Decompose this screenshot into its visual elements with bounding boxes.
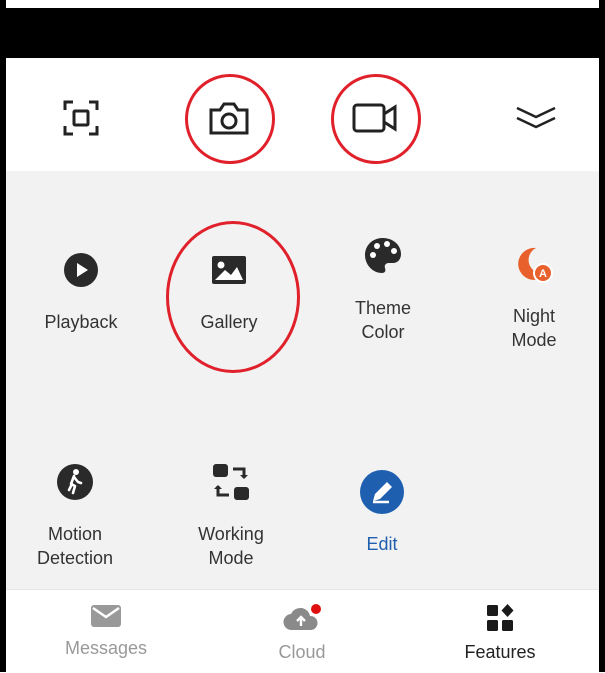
theme-color-label: Theme Color [354, 298, 412, 342]
play-icon [64, 253, 98, 287]
night-mode-feature[interactable]: A Night Mode [474, 234, 594, 352]
notification-badge [311, 604, 321, 614]
motion-detection-label: Motion Detection [36, 524, 114, 568]
palette-icon [365, 238, 401, 273]
camera-icon [209, 102, 249, 135]
edit-label: Edit [366, 534, 398, 554]
night-mode-label: Night Mode [511, 306, 557, 350]
camera-toolbar [6, 58, 599, 171]
top-margin [0, 0, 605, 8]
collapse-button[interactable] [490, 72, 582, 164]
night-mode-icon: A [518, 247, 553, 283]
nav-messages[interactable]: Messages [26, 604, 186, 659]
gallery-annotation-circle [166, 221, 300, 373]
svg-text:A: A [539, 268, 547, 280]
features-grid-icon [487, 604, 514, 631]
nav-cloud[interactable]: Cloud [222, 604, 382, 663]
video-icon [352, 103, 397, 133]
working-mode-icon [213, 464, 249, 500]
envelope-icon [91, 605, 121, 627]
working-mode-feature[interactable]: Working Mode [171, 452, 291, 570]
pencil-icon [360, 470, 404, 514]
fullscreen-button[interactable] [35, 72, 127, 164]
nav-cloud-label: Cloud [278, 642, 326, 662]
nav-messages-label: Messages [64, 638, 148, 658]
theme-color-feature[interactable]: Theme Color [323, 226, 443, 344]
status-bar [6, 8, 599, 58]
edit-feature[interactable]: Edit [322, 462, 442, 556]
playback-label: Playback [44, 312, 118, 332]
nav-features[interactable]: Features [420, 604, 580, 663]
cloud-icon [283, 604, 321, 631]
record-button[interactable] [329, 72, 421, 164]
frame-right-edge [599, 0, 605, 672]
playback-feature[interactable]: Playback [21, 240, 141, 334]
fullscreen-icon [63, 100, 99, 136]
bottom-navigation: Messages Cloud Features [6, 589, 599, 673]
snapshot-button[interactable] [183, 72, 275, 164]
nav-features-label: Features [464, 642, 536, 662]
collapse-chevrons-icon [516, 106, 556, 129]
working-mode-label: Working Mode [198, 524, 264, 568]
motion-detection-feature[interactable]: Motion Detection [15, 452, 135, 570]
walking-person-icon [57, 464, 93, 500]
